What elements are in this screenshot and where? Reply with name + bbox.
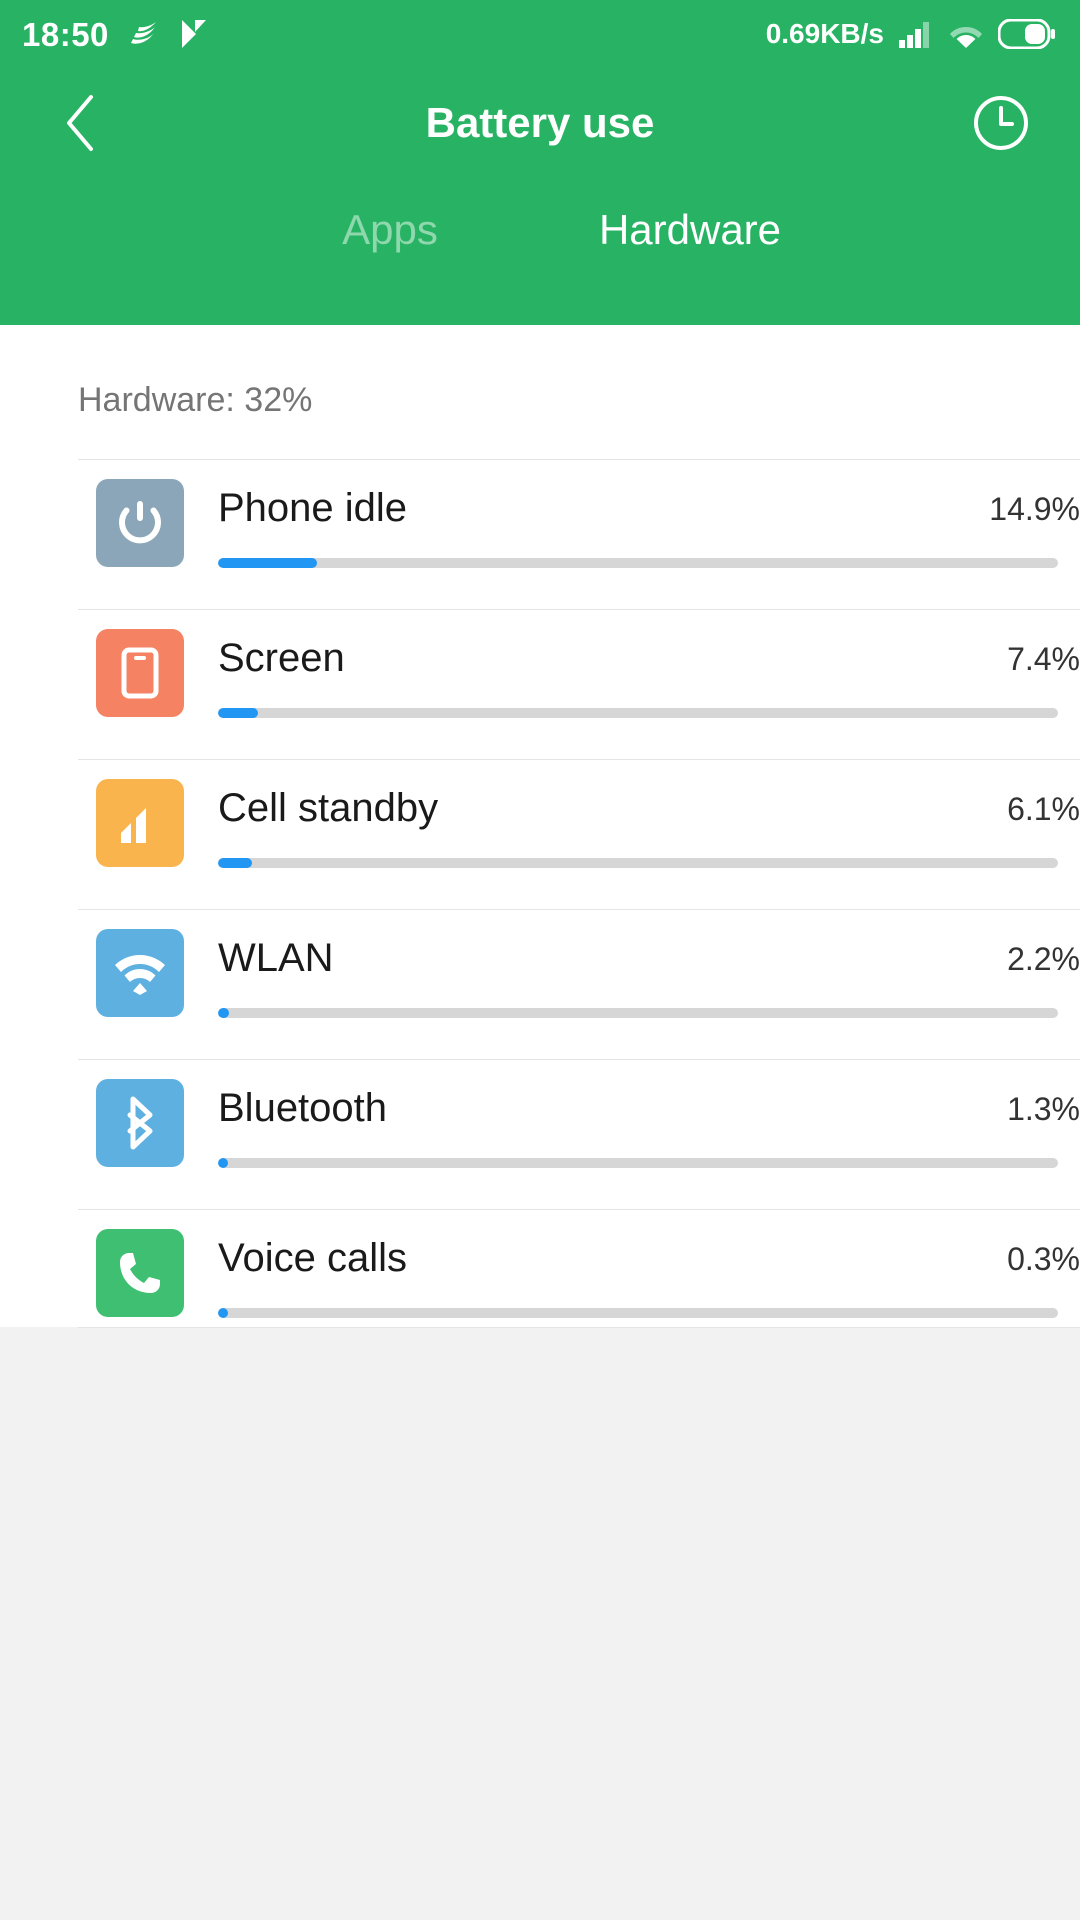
usage-progress-track [218,1158,1058,1168]
status-bar-right: 0.69KB/s [766,0,1056,68]
hardware-icon-tile [96,629,184,717]
hardware-row-content: Screen 7.4% [218,610,1080,760]
usage-progress-track [218,858,1058,868]
phone-call-icon [115,1248,165,1298]
footer-empty-area [0,1327,1080,1920]
hardware-name: Bluetooth [218,1086,388,1130]
page-title: Battery use [425,99,655,146]
usage-progress-track [218,708,1058,718]
tab-hardware[interactable]: Hardware [540,206,840,254]
hardware-row-content: Bluetooth 1.3% [218,1060,1080,1210]
history-button[interactable] [966,88,1036,158]
usage-progress-fill [218,558,318,568]
hardware-percent: 0.3% [1007,1241,1080,1277]
hardware-icon-tile [96,779,184,867]
usage-progress-fill [218,1008,229,1018]
usage-progress-fill [218,858,253,868]
signal-icon [898,20,934,48]
hardware-percent: 2.2% [1007,941,1080,977]
wifi-icon [112,951,168,995]
usage-progress-fill [218,1308,228,1318]
hardware-name: WLAN [218,936,334,980]
hardware-percent: 7.4% [1007,641,1080,677]
usage-progress-track [218,1308,1058,1318]
signal-bars-icon [115,799,165,847]
hardware-name: Screen [218,636,345,680]
swiftkey-icon [127,19,161,49]
tab-apps[interactable]: Apps [240,206,540,254]
status-bar-left: 18:50 [22,18,209,51]
hardware-row[interactable]: Cell standby 6.1% [78,760,1080,910]
hardware-row-content: Phone idle 14.9% [218,460,1080,610]
hardware-row[interactable]: WLAN 2.2% [78,910,1080,1060]
battery-icon [998,19,1056,49]
usage-progress-track [218,1008,1058,1018]
usage-progress-track [218,558,1058,568]
hardware-name: Phone idle [218,486,408,530]
bluetooth-icon [120,1095,160,1151]
section-label: Hardware: 32% [78,381,313,419]
phone-screen-icon [116,647,164,699]
hardware-percent: 14.9% [989,491,1080,527]
hardware-icon-tile [96,1079,184,1167]
hardware-row[interactable]: Phone idle 14.9% [78,460,1080,610]
clock-icon [972,94,1030,152]
wifi-icon [948,20,984,48]
app-header: 18:50 0.69KB/s Battery use Apps Hardware [0,0,1080,325]
usage-progress-fill [218,708,259,718]
tab-bar: Apps Hardware [0,170,1080,290]
usage-progress-fill [218,1158,228,1168]
status-time: 18:50 [22,15,109,53]
hardware-icon-tile [96,929,184,1017]
hardware-percent: 6.1% [1007,791,1080,827]
hardware-list: Phone idle 14.9% Screen 7.4% Cell standby 6.1… [0,460,1080,1360]
hardware-row[interactable]: Screen 7.4% [78,610,1080,760]
hardware-name: Voice calls [218,1236,407,1280]
power-icon [114,497,166,549]
hardware-icon-tile [96,479,184,567]
content-area: Hardware: 32% Phone idle 14.9% Screen 7.4% C… [0,325,1080,1327]
network-speed-text: 0.69KB/s [765,18,884,49]
footer-divider [78,1327,1080,1328]
hardware-percent: 1.3% [1007,1091,1080,1127]
hardware-row-content: Cell standby 6.1% [218,760,1080,910]
hardware-name: Cell standby [218,786,439,830]
hardware-row[interactable]: Bluetooth 1.3% [78,1060,1080,1210]
hardware-icon-tile [96,1229,184,1317]
hardware-row-content: WLAN 2.2% [218,910,1080,1060]
player-icon [179,18,209,50]
phone-screen: 18:50 0.69KB/s Battery use Apps Hardware… [0,0,1080,1920]
title-bar: Battery use [0,68,1080,178]
status-bar: 18:50 0.69KB/s [0,0,1080,68]
